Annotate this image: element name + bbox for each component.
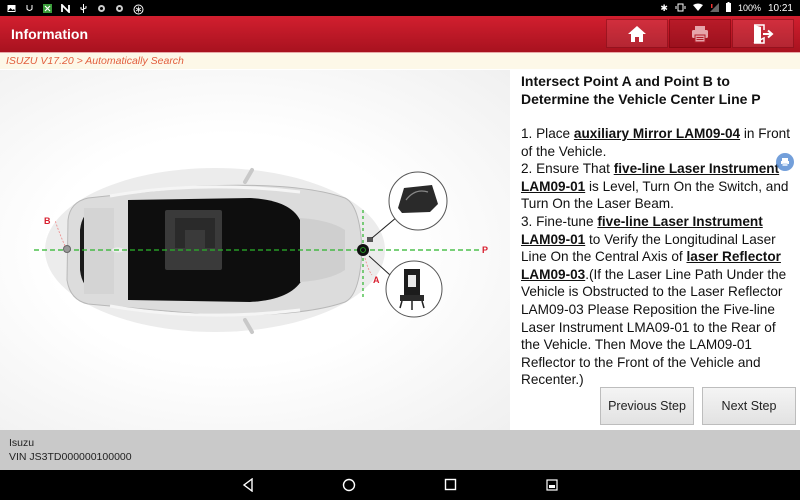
battery-level: 100% — [737, 3, 761, 13]
label-p: P — [482, 245, 488, 255]
app-bar: Information — [0, 16, 800, 52]
instructions-title: Intersect Point A and Point B to Determi… — [521, 73, 761, 107]
exit-button[interactable] — [732, 19, 794, 48]
clock: 10:21 — [767, 2, 793, 14]
recents-button[interactable] — [444, 478, 457, 496]
status-bar: ✱ 100% 10:21 — [0, 0, 800, 16]
step-3: 3. Fine-tune five-line Laser Instrument … — [521, 213, 787, 388]
vehicle-illustration: B A P — [0, 70, 510, 430]
wifi-icon — [692, 3, 703, 14]
car-top-view — [66, 168, 363, 334]
image-icon — [7, 4, 16, 13]
exit-icon — [753, 23, 774, 44]
auxiliary-mirror-link[interactable]: auxiliary Mirror LAM09-04 — [574, 126, 740, 141]
reflector-a — [357, 244, 369, 256]
label-b: B — [44, 216, 51, 226]
vehicle-make: Isuzu — [9, 437, 35, 449]
home-button[interactable] — [606, 19, 668, 48]
mirror-b — [63, 245, 71, 253]
screenshot-icon — [546, 479, 558, 491]
screenshot-button[interactable] — [546, 478, 558, 496]
home-circle-icon — [342, 478, 356, 492]
vehicle-info-footer: Isuzu VIN JS3TD000000100000 — [0, 430, 800, 470]
mirror-callout — [388, 171, 448, 231]
recents-icon — [444, 478, 457, 491]
signal-icon — [709, 2, 719, 14]
instructions-panel: Intersect Point A and Point B to Determi… — [521, 72, 797, 389]
printer-icon — [692, 25, 708, 42]
settings-icon — [133, 4, 144, 14]
system-nav-bar — [0, 470, 800, 500]
app-icon — [43, 3, 52, 13]
bluetooth-icon: ✱ — [660, 2, 668, 13]
previous-step-button[interactable]: Previous Step — [600, 387, 694, 425]
step-2: 2. Ensure That five-line Laser Instrumen… — [521, 161, 789, 212]
vibrate-icon — [675, 3, 686, 14]
back-icon — [242, 477, 253, 493]
breadcrumb: ISUZU V17.20 > Automatically Search — [0, 52, 800, 69]
home-nav-button[interactable] — [342, 478, 356, 497]
step-1: 1. Place auxiliary Mirror LAM09-04 in Fr… — [521, 126, 790, 159]
battery-icon — [725, 2, 731, 14]
shield-icon — [97, 4, 106, 13]
shield-icon — [115, 4, 124, 13]
back-button[interactable] — [242, 477, 254, 497]
vehicle-vin: VIN JS3TD000000100000 — [9, 451, 132, 463]
home-icon — [628, 25, 646, 42]
usb-debug-icon — [25, 4, 34, 13]
print-button[interactable] — [669, 19, 731, 48]
page-title: Information — [11, 26, 88, 42]
printer-icon — [781, 158, 789, 166]
label-a: A — [373, 275, 380, 285]
floating-assist-button[interactable] — [776, 153, 794, 171]
n-icon — [61, 2, 70, 14]
next-step-button[interactable]: Next Step — [702, 387, 796, 425]
usb-icon — [79, 3, 88, 13]
laser-instrument-callout — [385, 260, 443, 318]
